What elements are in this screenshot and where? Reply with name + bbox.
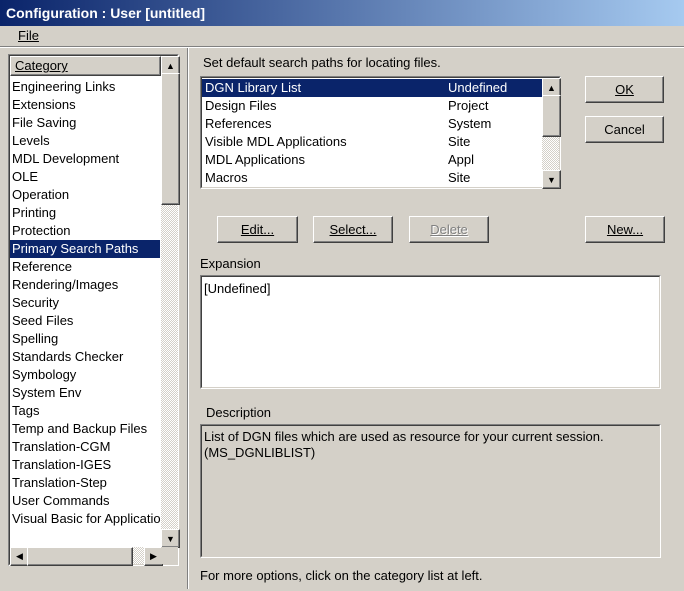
path-row[interactable]: References System bbox=[202, 115, 542, 133]
category-header-label: Category bbox=[15, 58, 68, 73]
path-name: Visible MDL Applications bbox=[205, 134, 347, 149]
footer-hint: For more options, click on the category … bbox=[200, 568, 483, 583]
category-item[interactable]: Translation-IGES bbox=[10, 456, 160, 474]
cancel-button[interactable]: Cancel bbox=[585, 116, 664, 143]
description-text: List of DGN files which are used as reso… bbox=[204, 429, 604, 444]
path-value: Undefined bbox=[448, 80, 508, 95]
paths-scroll-down-button[interactable]: ▼ bbox=[542, 170, 561, 189]
path-row[interactable]: DGN Library List Undefined bbox=[202, 79, 542, 97]
category-item[interactable]: Extensions bbox=[10, 96, 160, 114]
category-item[interactable]: Protection bbox=[10, 222, 160, 240]
path-value: Site bbox=[448, 170, 471, 185]
category-list-frame: Category Engineering Links Extensions File… bbox=[8, 54, 180, 566]
menu-bar bbox=[0, 26, 684, 46]
path-row[interactable]: Visible MDL Applications Site bbox=[202, 133, 542, 151]
path-row[interactable]: Macros Site bbox=[202, 169, 542, 187]
category-item[interactable]: Translation-CGM bbox=[10, 438, 160, 456]
description-label: Description bbox=[206, 405, 272, 420]
expansion-label: Expansion bbox=[200, 256, 261, 271]
select-button[interactable]: Select... bbox=[313, 216, 393, 243]
path-name: DGN Library List bbox=[205, 80, 302, 95]
path-name: Macros bbox=[205, 170, 248, 185]
arrow-right-icon: ▶ bbox=[150, 551, 157, 561]
category-item[interactable]: User Commands bbox=[10, 492, 160, 510]
category-item[interactable]: Temp and Backup Files bbox=[10, 420, 160, 438]
ok-button-label: OK bbox=[615, 82, 634, 97]
select-button-label: Select... bbox=[329, 222, 377, 237]
delete-button-label: Delete bbox=[430, 222, 468, 237]
category-item[interactable]: Printing bbox=[10, 204, 160, 222]
delete-button[interactable]: Delete bbox=[409, 216, 489, 243]
edit-button-label: Edit... bbox=[240, 222, 275, 237]
path-value: Project bbox=[448, 98, 489, 113]
window-title: Configuration : User [untitled] bbox=[0, 0, 684, 26]
category-item[interactable]: Visual Basic for Applications bbox=[10, 510, 160, 528]
category-item[interactable]: Rendering/Images bbox=[10, 276, 160, 294]
menu-separator bbox=[0, 46, 684, 48]
expansion-value: [Undefined] bbox=[204, 281, 271, 296]
category-hscroll-thumb[interactable] bbox=[27, 547, 133, 566]
category-item[interactable]: Tags bbox=[10, 402, 160, 420]
paths-heading: Set default search paths for locating fi… bbox=[203, 55, 441, 70]
new-button-label: New... bbox=[606, 222, 644, 237]
description-box: List of DGN files which are used as reso… bbox=[201, 425, 660, 557]
paths-vscroll-thumb[interactable] bbox=[542, 95, 561, 137]
category-item[interactable]: Seed Files bbox=[10, 312, 160, 330]
path-value: Appl bbox=[448, 152, 475, 167]
panel-separator bbox=[187, 48, 189, 589]
scroll-corner bbox=[161, 547, 178, 564]
arrow-down-icon: ▼ bbox=[547, 174, 556, 185]
category-list[interactable]: Category Engineering Links Extensions File… bbox=[9, 55, 180, 566]
paths-list[interactable]: DGN Library List Undefined Design Files Pro… bbox=[201, 77, 561, 189]
category-item[interactable]: MDL Development bbox=[10, 150, 160, 168]
category-item[interactable]: Security bbox=[10, 294, 160, 312]
path-name: References bbox=[205, 116, 272, 131]
category-item[interactable]: Levels bbox=[10, 132, 160, 150]
category-item[interactable]: Translation-Step bbox=[10, 474, 160, 492]
path-name: MDL Applications bbox=[205, 152, 305, 167]
cancel-button-label: Cancel bbox=[604, 122, 645, 137]
paths-list-frame: DGN Library List Undefined Design Files Pro… bbox=[200, 76, 561, 189]
path-row[interactable]: Design Files Project bbox=[202, 97, 542, 115]
new-button[interactable]: New... bbox=[585, 216, 665, 243]
category-rows: Engineering Links Extensions File Saving Le… bbox=[10, 78, 161, 543]
path-name: Design Files bbox=[205, 98, 277, 113]
arrow-up-icon: ▲ bbox=[166, 60, 175, 71]
category-item[interactable]: Spelling bbox=[10, 330, 160, 348]
category-header[interactable]: Category bbox=[10, 56, 161, 76]
description-variable: (MS_DGNLIBLIST) bbox=[204, 445, 316, 460]
path-row[interactable]: MDL Applications Appl bbox=[202, 151, 542, 169]
category-item[interactable]: Engineering Links bbox=[10, 78, 160, 96]
arrow-up-icon: ▲ bbox=[547, 82, 556, 93]
category-item[interactable]: Symbology bbox=[10, 366, 160, 384]
path-value: System bbox=[448, 116, 492, 131]
expansion-frame: [Undefined] bbox=[200, 275, 661, 389]
category-item[interactable]: System Env bbox=[10, 384, 160, 402]
category-item[interactable]: File Saving bbox=[10, 114, 160, 132]
menu-file-label: File bbox=[18, 28, 39, 43]
arrow-left-icon: ◀ bbox=[16, 551, 23, 561]
category-item[interactable]: Reference bbox=[10, 258, 160, 276]
menu-file[interactable]: File bbox=[14, 28, 43, 44]
category-vscroll-thumb[interactable] bbox=[161, 73, 180, 205]
category-item[interactable]: Standards Checker bbox=[10, 348, 160, 366]
edit-button[interactable]: Edit... bbox=[217, 216, 298, 243]
arrow-down-icon: ▼ bbox=[166, 533, 175, 544]
ok-button[interactable]: OK bbox=[585, 76, 664, 103]
path-value: Site bbox=[448, 134, 471, 149]
description-frame: List of DGN files which are used as reso… bbox=[200, 424, 661, 558]
category-item[interactable]: Operation bbox=[10, 186, 160, 204]
expansion-field[interactable]: [Undefined] bbox=[201, 276, 660, 388]
category-scroll-down-button[interactable]: ▼ bbox=[161, 529, 180, 548]
paths-rows: DGN Library List Undefined Design Files Pro… bbox=[202, 79, 542, 187]
category-item[interactable]: Primary Search Paths bbox=[10, 240, 160, 258]
category-item[interactable]: OLE bbox=[10, 168, 160, 186]
